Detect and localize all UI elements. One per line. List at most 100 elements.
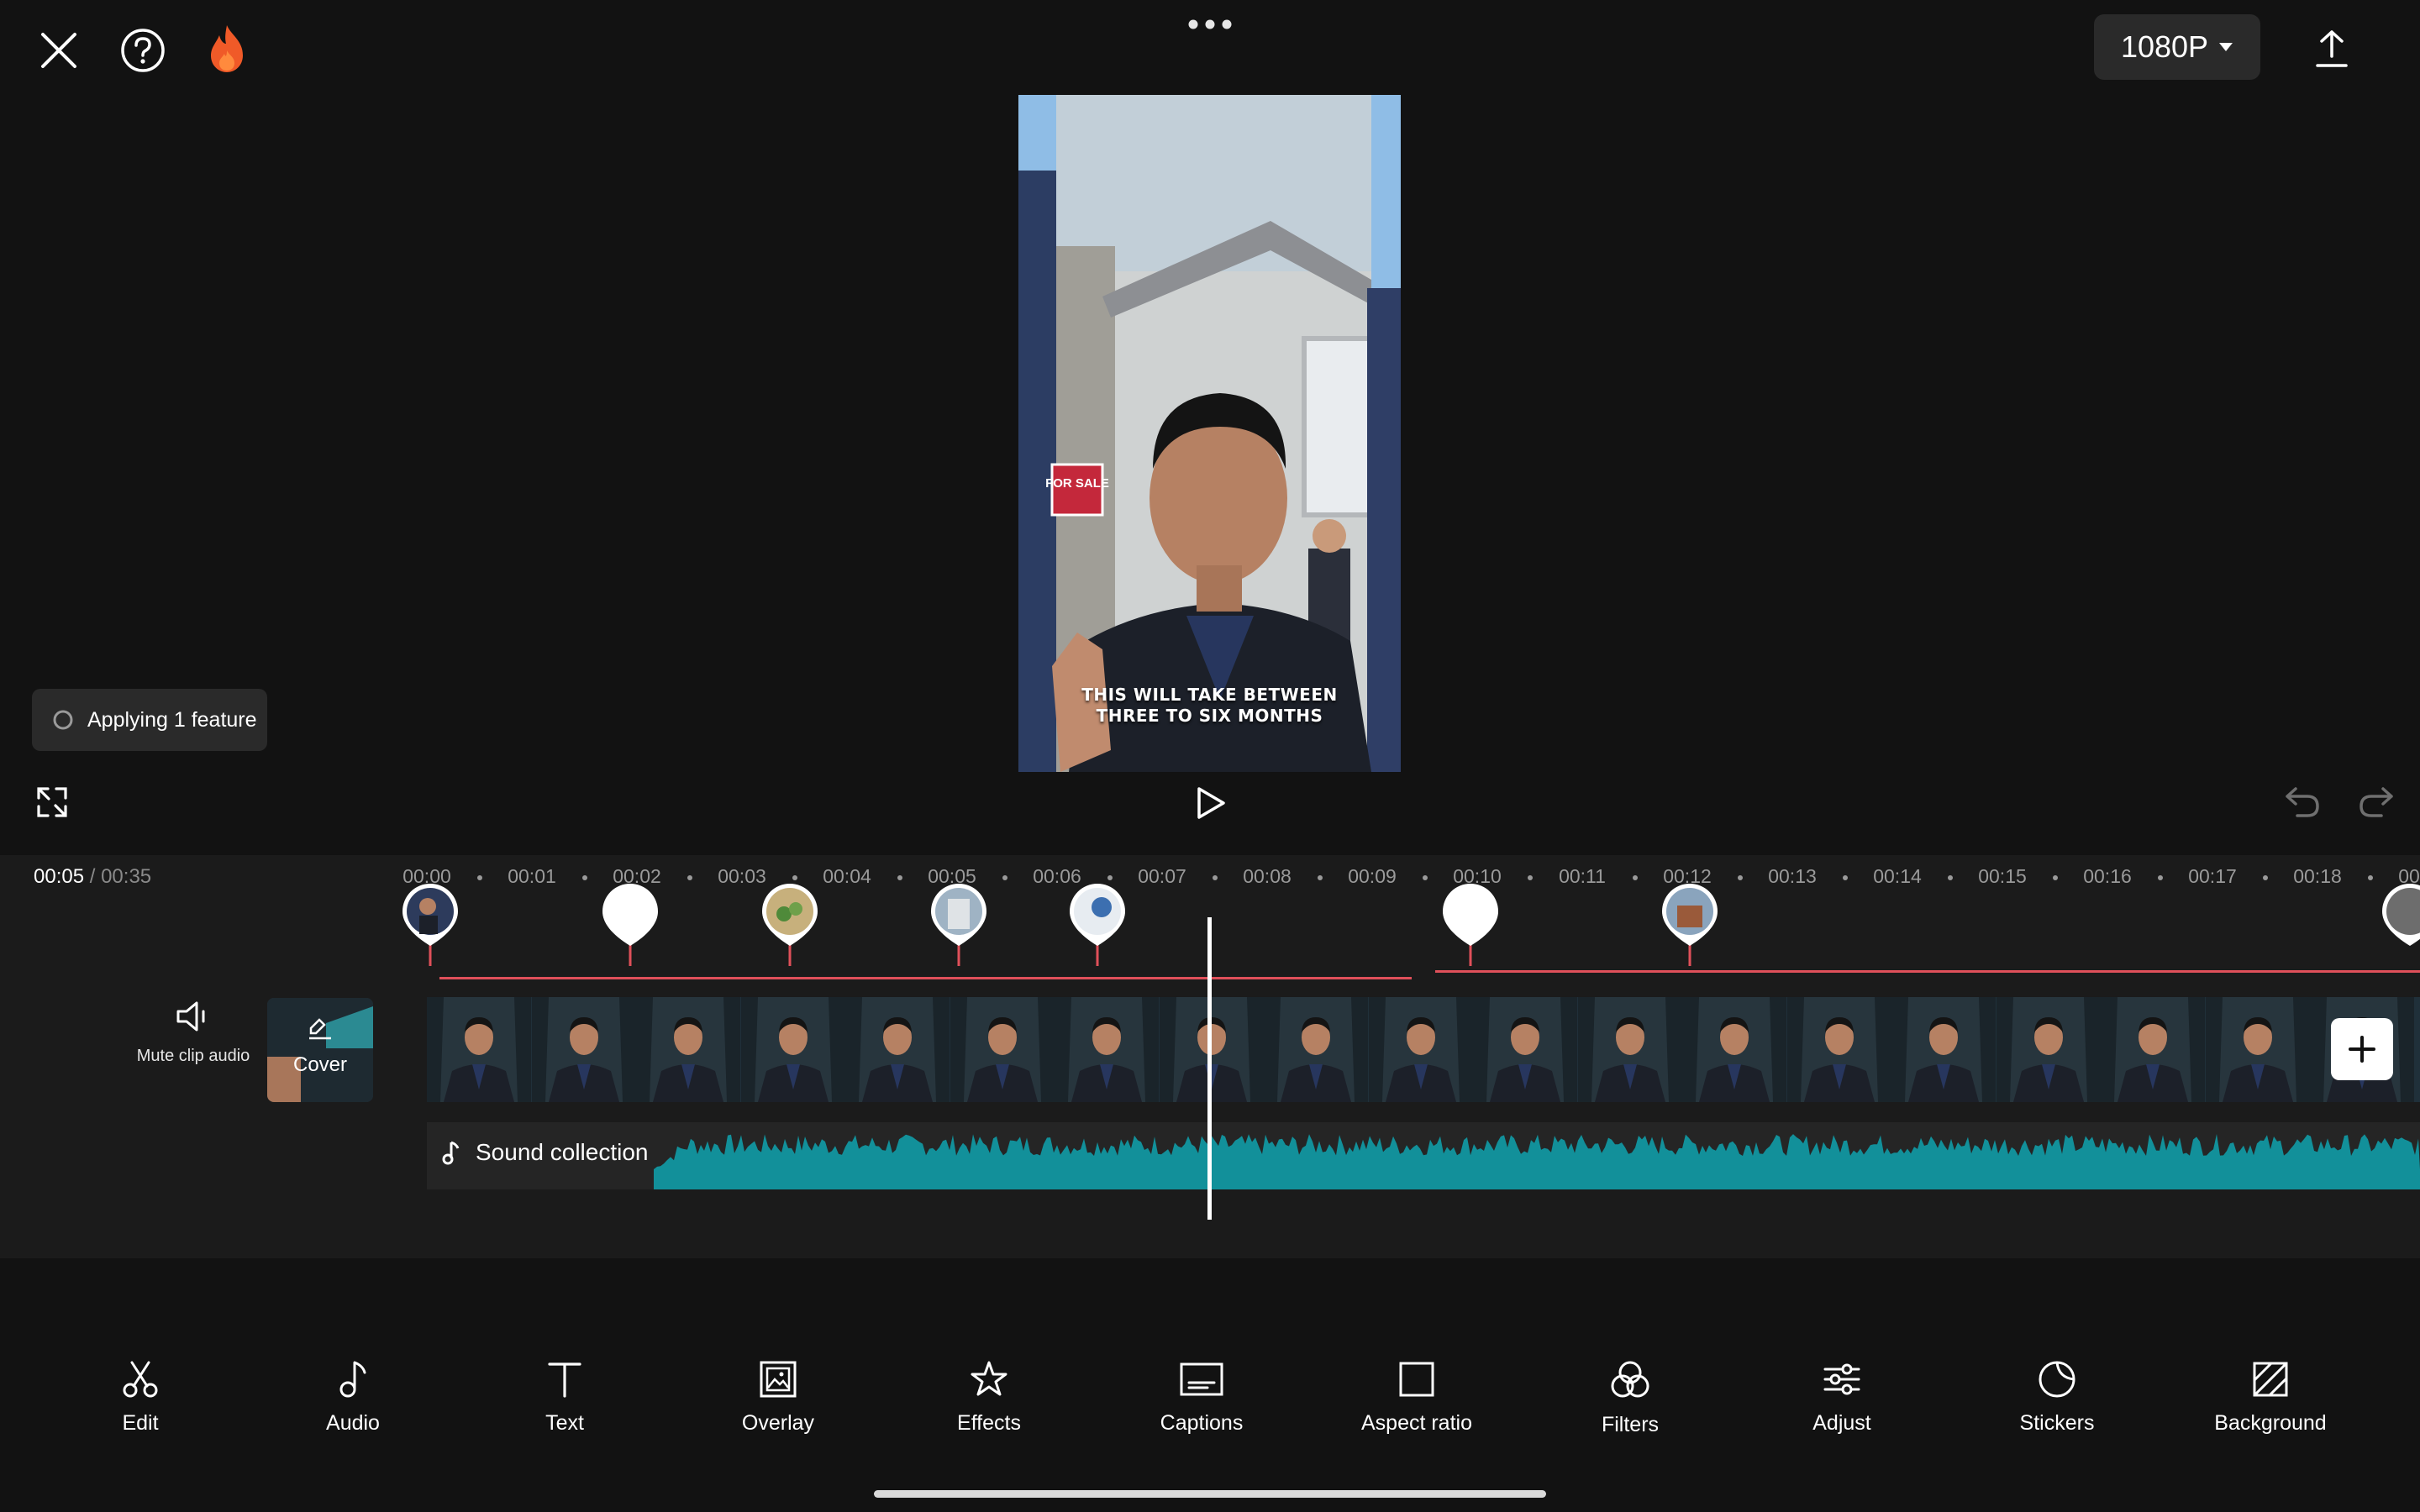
clip-frame [1473,997,1577,1102]
clip-frame [1577,997,1682,1102]
tool-filters[interactable]: Filters [1546,1359,1714,1452]
scissors-icon [123,1361,158,1398]
ruler-tick-dot [581,875,587,880]
tool-background[interactable]: Background [2186,1359,2354,1452]
home-indicator[interactable] [874,1490,1546,1498]
tool-edit[interactable]: Edit [56,1359,224,1452]
fullscreen-button[interactable] [34,784,71,821]
cover-label: Cover [292,1053,348,1076]
clip-frame [2205,997,2310,1102]
stickers-icon [2039,1361,2075,1398]
tool-aspect-ratio[interactable]: Aspect ratio [1333,1359,1501,1452]
timeline-ruler[interactable]: 00:00 00:01 00:02 00:03 00:04 00:05 00:06 00:07… [0,865,2420,890]
ruler-tick-label: 00:03 [718,865,766,887]
clip-frame [845,997,950,1102]
tool-aspect-ratio-label: Aspect ratio [1360,1411,1472,1435]
more-icon [1188,19,1232,29]
ruler-tick-label: 00:13 [1768,865,1817,887]
audio-track[interactable]: Sound collection [427,1122,2420,1189]
audio-track-label: Sound collection [442,1139,648,1166]
tool-filters-label: Filters [1601,1413,1660,1436]
effect-pin[interactable] [2382,884,2420,968]
background-icon [2253,1362,2288,1397]
cover-thumbnail [267,998,373,1102]
clip-frame [1891,997,1996,1102]
ruler-tick-dot [1632,875,1638,880]
resolution-selector[interactable]: 1080P [2094,14,2260,80]
ruler-tick-dot [1317,875,1323,880]
tool-effects[interactable]: Effects [905,1359,1073,1452]
tool-captions-label: Captions [1160,1411,1244,1435]
for-sale-sign-text: FOR SALE [1045,476,1109,491]
ruler-tick-label: 00:16 [2083,865,2132,887]
tool-overlay[interactable]: Overlay [694,1359,862,1452]
ruler-tick-dot [1212,875,1218,880]
preview-caption: THIS WILL TAKE BETWEEN THREE TO SIX MONT… [1081,685,1338,726]
plus-icon [2349,1036,2375,1063]
clip-frame [1368,997,1473,1102]
ruler-tick-label: 00:09 [1348,865,1397,887]
add-clip-button[interactable] [2331,1018,2393,1080]
sound-collection-label: Sound collection [476,1139,649,1165]
effect-range-line [439,977,1412,979]
help-button[interactable] [116,24,170,77]
ruler-tick-dot [1737,875,1743,880]
help-icon [121,29,165,72]
clip-frame [636,997,740,1102]
cover-button[interactable]: Cover [267,998,373,1102]
effect-pin[interactable] [931,884,986,968]
effect-pin[interactable] [1070,884,1125,968]
video-clip-track[interactable] [427,997,2420,1102]
aspect-ratio-icon [1399,1362,1434,1397]
tool-captions[interactable]: Captions [1118,1359,1286,1452]
effect-pin[interactable] [1662,884,1718,968]
tool-text-label: Text [545,1411,584,1435]
ruler-tick-dot [1107,875,1113,880]
loading-spinner-icon [53,710,73,730]
applying-feature-label: Applying 1 feature [87,707,257,732]
export-icon [2316,30,2348,67]
ruler-tick-dot [2367,875,2373,880]
music-note-icon [442,1141,460,1165]
ruler-tick-dot [1842,875,1848,880]
tool-adjust-label: Adjust [1812,1411,1871,1435]
tool-stickers[interactable]: Stickers [1973,1359,2141,1452]
tool-adjust[interactable]: Adjust [1758,1359,1926,1452]
applying-feature-status: Applying 1 feature [32,689,267,751]
ruler-tick-dot [1947,875,1953,880]
redo-button[interactable] [2356,784,2396,821]
effect-pin[interactable] [602,884,658,968]
effect-pin[interactable] [762,884,818,968]
audio-waveform [654,1134,2420,1189]
clip-frame [1682,997,1786,1102]
tool-audio[interactable]: Audio [269,1359,437,1452]
bottom-toolbar: Edit Audio Text Overlay Effects Captions… [0,1344,2420,1453]
video-preview[interactable]: FOR SALE THIS WILL TAKE BETWEEN THREE TO… [1018,95,1401,772]
effect-pin[interactable] [1443,884,1498,968]
tool-text[interactable]: Text [481,1359,649,1452]
playhead[interactable] [1207,917,1212,1220]
ruler-tick-dot [897,875,902,880]
caret-down-icon [2219,43,2233,51]
play-button[interactable] [1193,785,1228,822]
mute-clip-audio-label: Mute clip audio [136,1047,250,1065]
tool-edit-label: Edit [122,1411,159,1435]
ruler-tick-dot [2157,875,2163,880]
fire-button[interactable] [200,20,254,77]
play-icon [1197,787,1225,819]
undo-button[interactable] [2282,784,2323,821]
clip-frame [531,997,636,1102]
preview-scene: FOR SALE [1018,95,1401,772]
filters-icon [1611,1361,1649,1398]
ruler-tick-dot [1422,875,1428,880]
resolution-label: 1080P [2120,29,2209,64]
more-options-button[interactable] [1185,12,1235,37]
mute-clip-audio-button[interactable]: Mute clip audio [126,1000,260,1092]
music-note-icon [339,1361,366,1398]
export-button[interactable] [2302,22,2361,76]
ruler-tick-dot [687,875,692,880]
ruler-tick-dot [2262,875,2268,880]
close-button[interactable] [32,24,86,77]
effect-pin[interactable] [402,884,458,968]
tool-background-label: Background [2214,1411,2327,1435]
